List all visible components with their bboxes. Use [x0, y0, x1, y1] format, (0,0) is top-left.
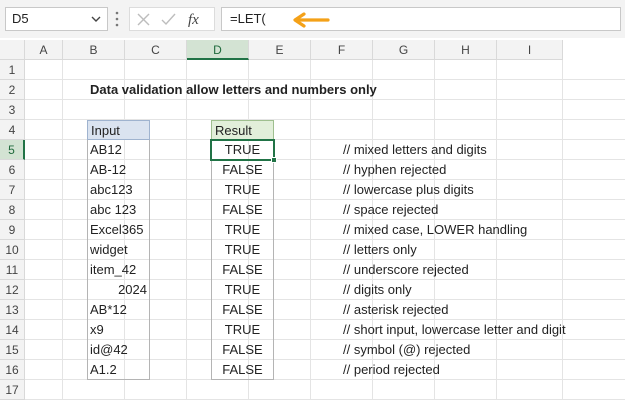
input-cell[interactable]: widget: [90, 240, 148, 260]
result-cell[interactable]: FALSE: [211, 360, 274, 380]
chevron-down-icon[interactable]: [91, 14, 101, 24]
formula-value: =LET(: [230, 11, 266, 26]
row-header-7[interactable]: 7: [0, 180, 25, 200]
more-options-icon[interactable]: [114, 10, 120, 28]
worksheet: ABCDEFGHI 1 2 3 4 5 6 7 8 9 10 11 12 13 14 15 16 17 Data…: [0, 40, 625, 400]
row-header-17[interactable]: 17: [0, 380, 25, 400]
row-header-6[interactable]: 6: [0, 160, 25, 180]
input-cell[interactable]: abc 123: [90, 200, 148, 220]
row-header-2[interactable]: 2: [0, 80, 25, 100]
x-icon[interactable]: [137, 13, 150, 26]
input-cell[interactable]: item_42: [90, 260, 148, 280]
cell-grid[interactable]: Data validation allow letters and number…: [25, 60, 625, 400]
comment-cell[interactable]: // lowercase plus digits: [343, 180, 474, 200]
column-header-f[interactable]: F: [311, 40, 373, 60]
row-header-12[interactable]: 12: [0, 280, 25, 300]
comment-cell[interactable]: // symbol (@) rejected: [343, 340, 470, 360]
formula-toolbar: D5 fx =LET(: [0, 0, 625, 38]
row-header-14[interactable]: 14: [0, 320, 25, 340]
row-header-3[interactable]: 3: [0, 100, 25, 120]
check-icon[interactable]: [161, 13, 176, 26]
fx-icon[interactable]: fx: [187, 11, 209, 28]
svg-text:fx: fx: [188, 12, 199, 28]
comment-cell[interactable]: // letters only: [343, 240, 417, 260]
sheet-title[interactable]: Data validation allow letters and number…: [90, 80, 377, 100]
gridline-vertical: [310, 60, 311, 400]
formula-bar-buttons: fx: [129, 7, 215, 31]
select-all-corner[interactable]: [0, 40, 25, 60]
gridline-vertical: [186, 60, 187, 400]
column-header-h[interactable]: H: [435, 40, 497, 60]
result-cell[interactable]: TRUE: [211, 280, 274, 300]
row-header-9[interactable]: 9: [0, 220, 25, 240]
row-header-8[interactable]: 8: [0, 200, 25, 220]
comment-cell[interactable]: // period rejected: [343, 360, 440, 380]
row-header-11[interactable]: 11: [0, 260, 25, 280]
result-cell[interactable]: TRUE: [211, 220, 274, 240]
input-cell[interactable]: AB*12: [90, 300, 148, 320]
column-header-b[interactable]: B: [63, 40, 125, 60]
row-header-4[interactable]: 4: [0, 120, 25, 140]
column-header-e[interactable]: E: [249, 40, 311, 60]
gridline-vertical: [62, 60, 63, 400]
column-header-c[interactable]: C: [125, 40, 187, 60]
column-header-a[interactable]: A: [25, 40, 63, 60]
column-header-i[interactable]: I: [497, 40, 563, 60]
column-header-d[interactable]: D: [187, 40, 249, 60]
result-cell[interactable]: FALSE: [211, 200, 274, 220]
arrow-icon: [293, 12, 330, 28]
comment-cell[interactable]: // space rejected: [343, 200, 438, 220]
comment-cell[interactable]: // hyphen rejected: [343, 160, 446, 180]
result-cell[interactable]: FALSE: [211, 340, 274, 360]
active-cell-selection: [210, 139, 275, 161]
comment-cell[interactable]: // mixed letters and digits: [343, 140, 487, 160]
row-header-13[interactable]: 13: [0, 300, 25, 320]
input-cell[interactable]: 2024: [90, 280, 147, 300]
result-cell[interactable]: FALSE: [211, 160, 274, 180]
comment-cell[interactable]: // mixed case, LOWER handling: [343, 220, 527, 240]
input-cell[interactable]: abc123: [90, 180, 148, 200]
result-cell[interactable]: TRUE: [211, 240, 274, 260]
result-cell[interactable]: FALSE: [211, 300, 274, 320]
input-cell[interactable]: Excel365: [90, 220, 148, 240]
row-header-1[interactable]: 1: [0, 60, 25, 80]
result-header[interactable]: Result: [211, 120, 274, 140]
comment-cell[interactable]: // underscore rejected: [343, 260, 469, 280]
row-header-10[interactable]: 10: [0, 240, 25, 260]
name-box-value: D5: [12, 11, 29, 26]
row-header-5[interactable]: 5: [0, 140, 25, 160]
comment-cell[interactable]: // short input, lowercase letter and dig…: [343, 320, 566, 340]
row-header-15[interactable]: 15: [0, 340, 25, 360]
column-header-g[interactable]: G: [373, 40, 435, 60]
name-box[interactable]: D5: [5, 7, 108, 31]
input-cell[interactable]: AB12: [90, 140, 148, 160]
input-cell[interactable]: x9: [90, 320, 148, 340]
input-cell[interactable]: A1.2: [90, 360, 148, 380]
gridline-vertical: [562, 60, 563, 400]
input-header[interactable]: Input: [87, 120, 150, 140]
row-header-16[interactable]: 16: [0, 360, 25, 380]
comment-cell[interactable]: // digits only: [343, 280, 412, 300]
input-cell[interactable]: id@42: [90, 340, 148, 360]
result-cell[interactable]: TRUE: [211, 180, 274, 200]
formula-input[interactable]: =LET(: [221, 7, 621, 31]
comment-cell[interactable]: // asterisk rejected: [343, 300, 449, 320]
result-cell[interactable]: TRUE: [211, 320, 274, 340]
input-cell[interactable]: AB-12: [90, 160, 148, 180]
result-cell[interactable]: FALSE: [211, 260, 274, 280]
fill-handle[interactable]: [271, 157, 277, 163]
